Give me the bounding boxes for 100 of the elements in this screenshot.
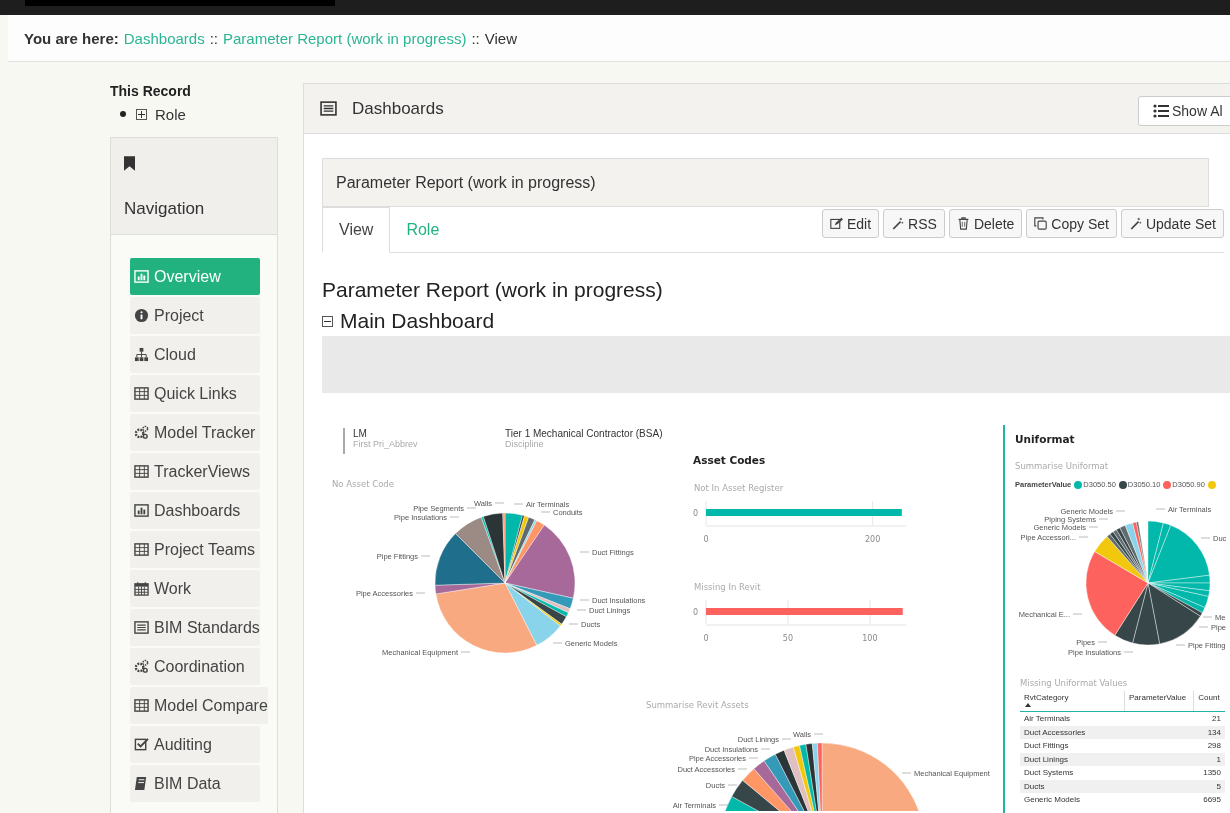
table-cell: 5 (1193, 779, 1225, 793)
bars-icon (134, 269, 149, 284)
listview-icon (1151, 103, 1171, 119)
cal-icon (134, 581, 149, 596)
leader-line (760, 748, 771, 750)
visual-title: Asset Codes (693, 454, 766, 466)
bookmark-icon (124, 156, 135, 171)
navigation-title: Navigation (124, 199, 205, 219)
column-header[interactable]: RvtCategory (1020, 691, 1125, 712)
table-cell: Duct Fittings (1020, 739, 1125, 753)
wand-icon (891, 217, 905, 230)
chart-title: Not In Asset Register (694, 483, 784, 493)
visual-title: Summarise Revit Assets (646, 700, 749, 710)
leader-line (1175, 644, 1186, 646)
leader-line (540, 511, 551, 513)
axis-tick: 0 (703, 634, 709, 643)
show-all-button[interactable]: Show Al (1138, 96, 1230, 126)
info-icon (134, 308, 149, 323)
leader-line (748, 757, 759, 759)
nav-item[interactable]: BIM Data (130, 765, 260, 802)
column-header[interactable]: Count (1193, 691, 1225, 712)
table-cell: 1350 (1193, 766, 1225, 780)
leader-line (901, 772, 912, 774)
action-button[interactable]: Edit (821, 209, 880, 238)
bullet-icon (120, 111, 126, 117)
leader-line (579, 551, 590, 553)
record-link[interactable]: Role (155, 105, 186, 123)
leader-line (813, 733, 824, 735)
nav-item[interactable]: TrackerViews (130, 453, 260, 490)
leader-line (1202, 616, 1213, 618)
nav-item[interactable]: Quick Links (130, 375, 260, 412)
breadcrumb-label: You are here: (24, 29, 119, 47)
record-title: This Record (110, 83, 192, 101)
grid-icon (134, 698, 149, 713)
table-cell: Duct Linings (1020, 752, 1125, 766)
nav-item[interactable]: Cloud (130, 336, 260, 373)
bars-icon (134, 503, 149, 518)
card-value: LM (353, 428, 368, 439)
tree-icon (134, 347, 149, 362)
copy-icon (1034, 217, 1048, 230)
tab[interactable]: View (322, 207, 391, 253)
action-button[interactable]: Copy Set (1026, 209, 1117, 238)
table-cell: Duct Accessories (1020, 725, 1125, 739)
leader-line (737, 768, 748, 770)
leader-line (576, 609, 587, 611)
axis-tick: 50 (782, 634, 794, 643)
breadcrumb-separator: :: (471, 29, 480, 47)
grid-icon (134, 386, 149, 401)
leader-line (1155, 508, 1166, 510)
leader-line (460, 651, 471, 653)
action-button[interactable]: RSS (883, 209, 945, 238)
leader-line (466, 507, 477, 509)
action-button[interactable]: Update Set (1120, 209, 1224, 238)
grid-icon (134, 542, 149, 557)
nav-item[interactable]: Project (130, 297, 260, 334)
table-cell: Duct Systems (1020, 766, 1125, 780)
axis-tick: 0 (703, 535, 709, 544)
grid-icon (134, 464, 149, 479)
table-cell: 6695 (1193, 793, 1225, 807)
category-label: 0 (692, 509, 698, 518)
visual-title: No Asset Code (332, 479, 394, 489)
breadcrumb-separator: :: (209, 29, 218, 47)
leader-line (1200, 537, 1211, 539)
table-cell: 1 (1193, 752, 1225, 766)
wand-icon (1128, 217, 1142, 230)
gears-icon (134, 659, 149, 674)
card-caption: First Pri_Abbrev (353, 439, 418, 449)
leader-line (1078, 536, 1089, 538)
nav-item[interactable]: Auditing (130, 726, 260, 763)
report-heading: Parameter Report (work in progress) (322, 278, 664, 302)
panel-title: Dashboards (352, 98, 444, 119)
leader-line (1097, 641, 1108, 643)
nav-item[interactable]: Project Teams (130, 531, 260, 568)
table-cell: Ducts (1020, 779, 1125, 793)
expand-icon[interactable] (136, 108, 147, 120)
list-icon (319, 100, 338, 117)
leader-line (513, 503, 524, 505)
nav-item[interactable]: Coordination (130, 648, 260, 685)
edit-icon (829, 217, 843, 230)
action-button[interactable]: Delete (948, 209, 1023, 238)
nav-item[interactable]: Work (130, 570, 260, 607)
leader-line (781, 738, 792, 740)
leader-line (579, 599, 590, 601)
breadcrumb-current: View (484, 29, 517, 47)
collapse-icon[interactable] (322, 315, 333, 327)
leader-line (1088, 526, 1099, 528)
table-cell: 21 (1193, 711, 1225, 726)
sort-icon (1025, 703, 1031, 707)
column-header[interactable]: ParameterValue (1124, 691, 1194, 712)
nav-item[interactable]: Dashboards (130, 492, 260, 529)
leader-line (1198, 626, 1209, 628)
nav-item[interactable]: BIM Standards (130, 609, 260, 646)
leader-line (1098, 518, 1109, 520)
section-title: Main Dashboard (340, 309, 495, 333)
nav-item[interactable]: Model Compare (130, 687, 268, 724)
axis-tick: 200 (865, 535, 881, 544)
leader-line (552, 642, 563, 644)
nav-item[interactable]: Model Tracker (130, 414, 260, 451)
table-cell: 298 (1193, 739, 1225, 753)
book-icon (134, 776, 149, 791)
